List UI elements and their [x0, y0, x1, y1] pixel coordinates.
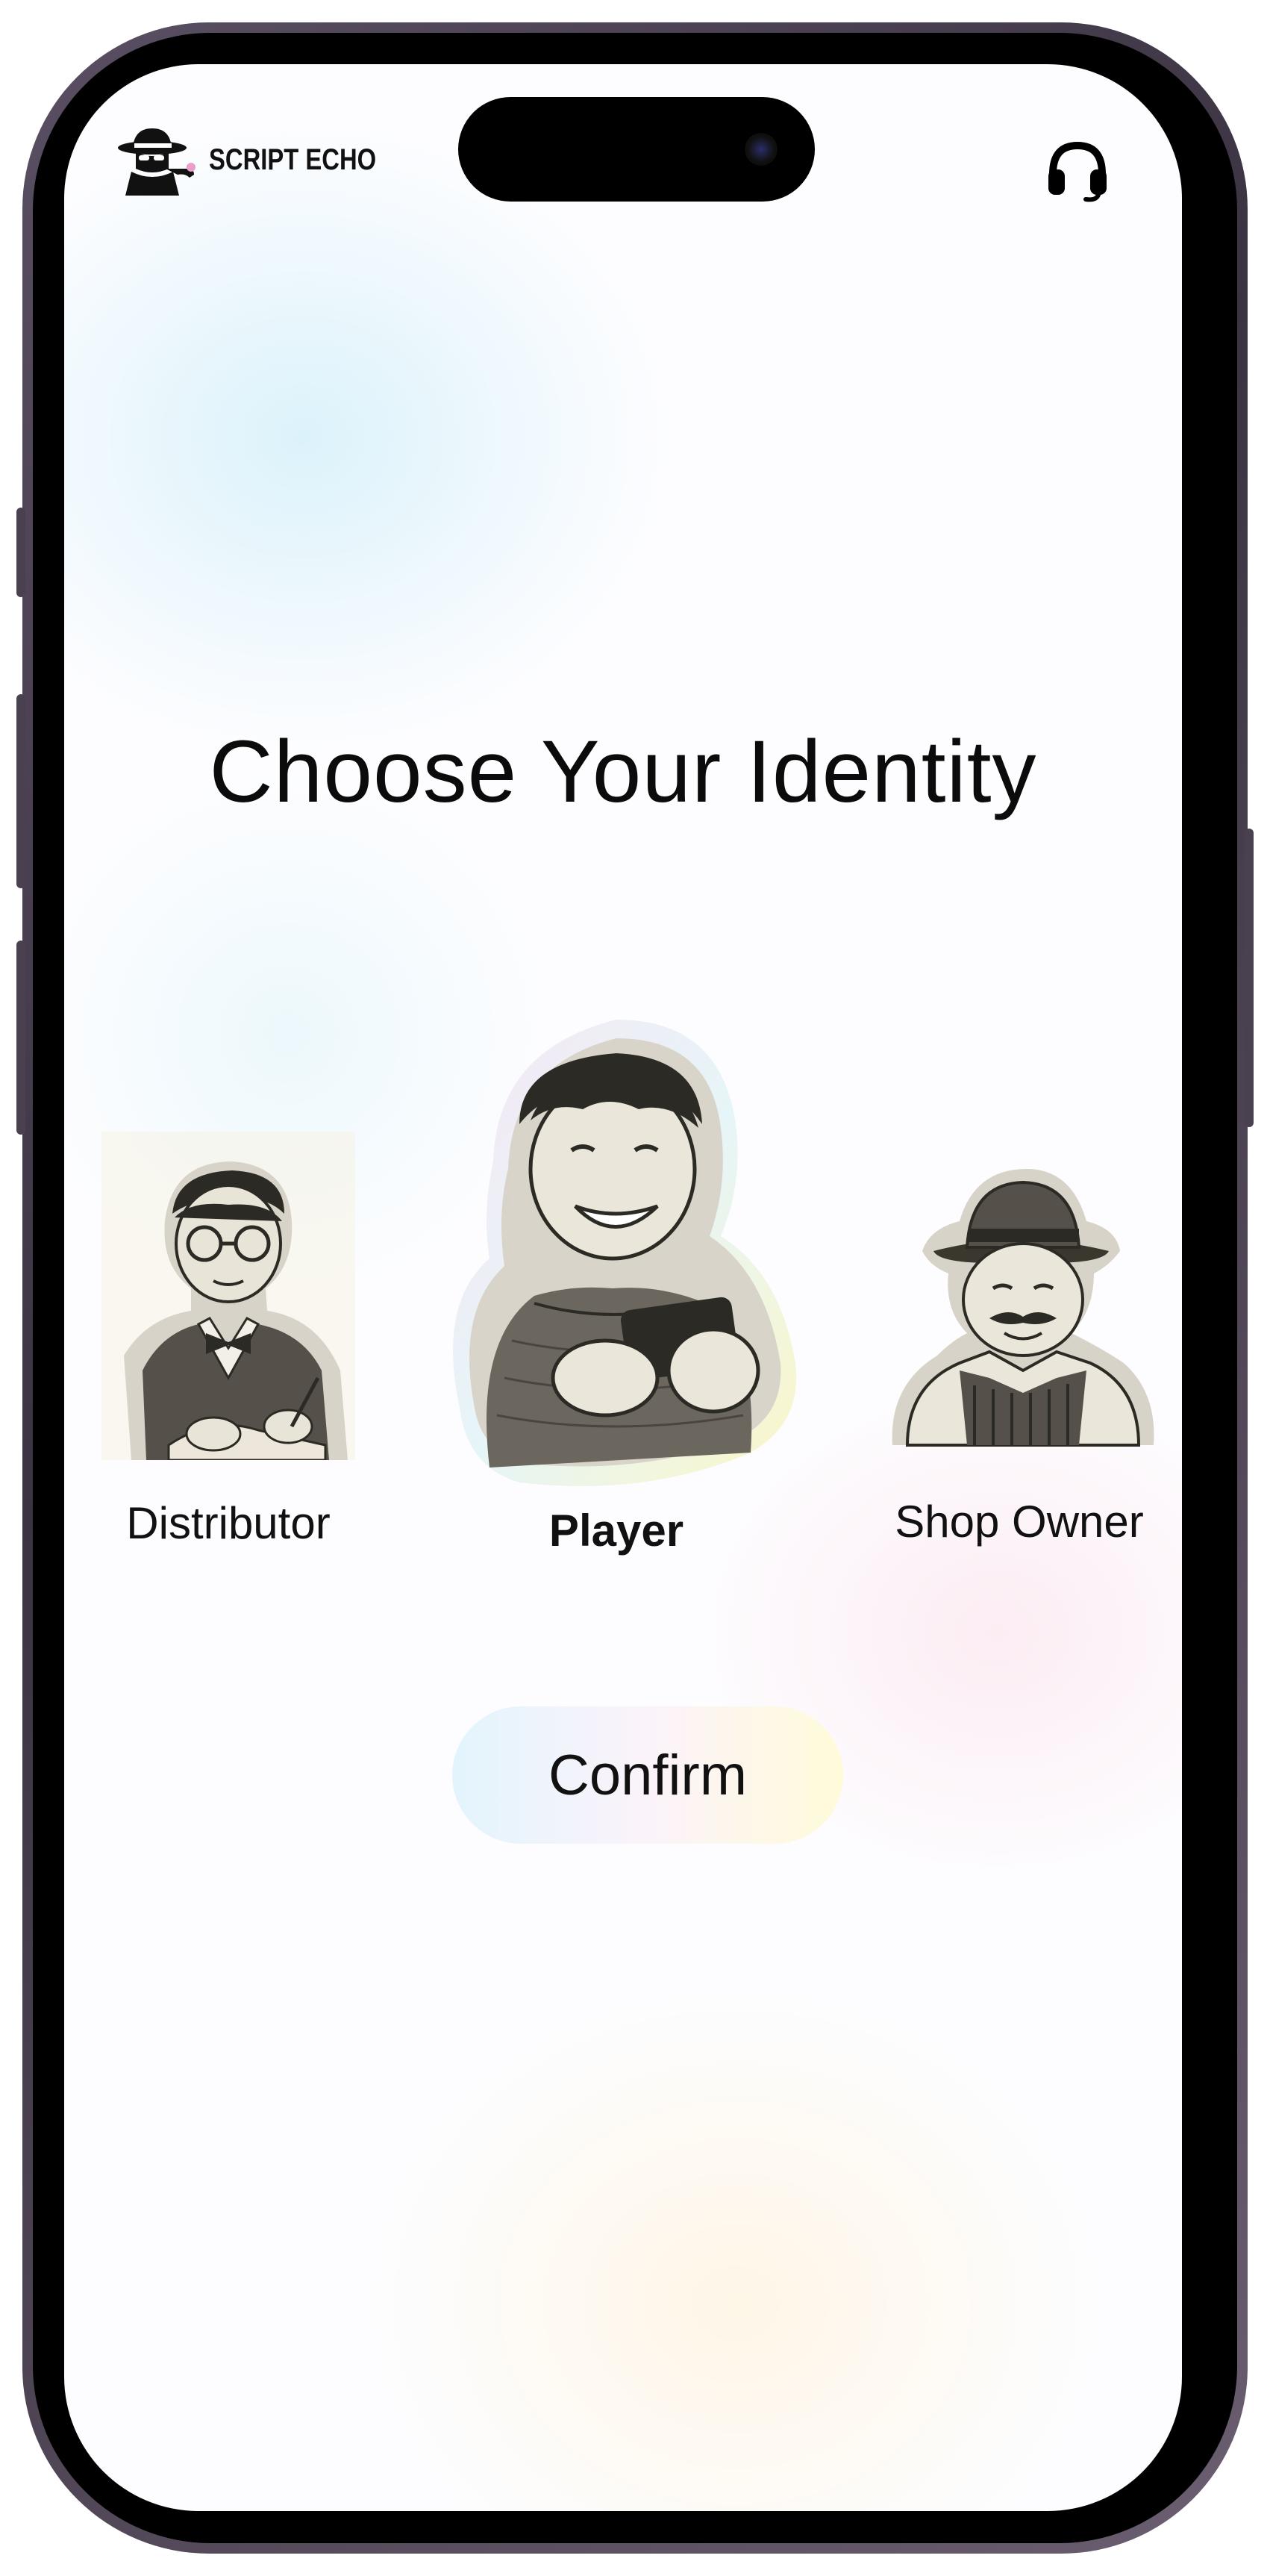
- support-button[interactable]: [1042, 133, 1113, 205]
- dynamic-island: [458, 97, 815, 202]
- role-option-player[interactable]: Player: [415, 990, 818, 1556]
- volume-down-button: [16, 941, 25, 1135]
- front-camera: [745, 133, 778, 166]
- player-portrait: [453, 1020, 797, 1486]
- distributor-portrait: [101, 1132, 355, 1460]
- app-screen: SCRIPT ECHO Choose Your Identity Distrib…: [64, 64, 1182, 2511]
- app-logo: SCRIPT ECHO: [116, 122, 413, 197]
- headset-icon: [1048, 141, 1107, 202]
- shop-owner-portrait: [892, 1169, 1154, 1447]
- brand-name: SCRIPT ECHO: [209, 143, 377, 176]
- role-label: Shop Owner: [895, 1497, 1144, 1547]
- action-button: [16, 508, 25, 597]
- detective-logo-icon: [118, 128, 195, 196]
- power-button: [1245, 829, 1254, 1127]
- role-option-distributor[interactable]: Distributor: [94, 1132, 363, 1549]
- role-label: Distributor: [126, 1498, 331, 1548]
- role-label: Player: [548, 1506, 684, 1556]
- page-title: Choose Your Identity: [209, 723, 1037, 821]
- volume-up-button: [16, 694, 25, 888]
- role-option-shop-owner[interactable]: Shop Owner: [870, 1147, 1169, 1547]
- confirm-button[interactable]: Confirm: [452, 1706, 843, 1844]
